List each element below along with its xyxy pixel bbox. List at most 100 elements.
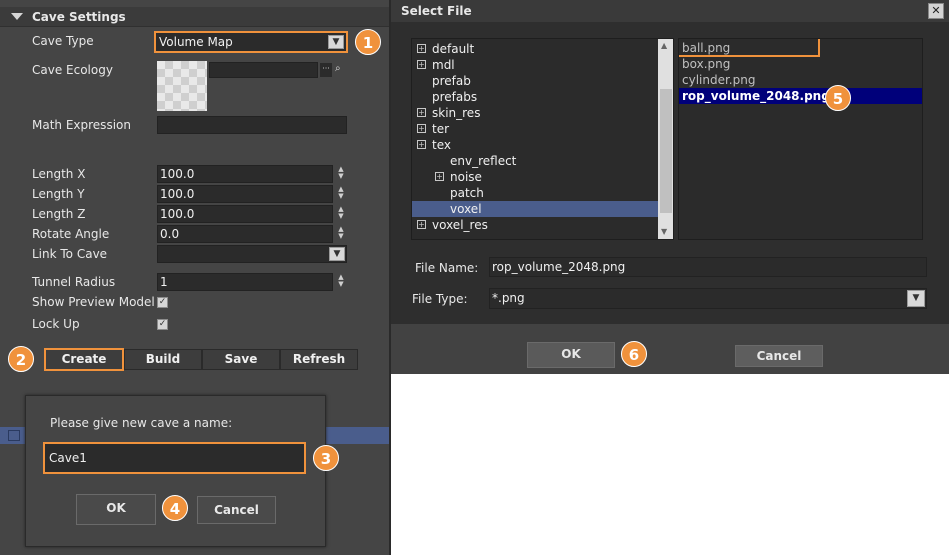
dialog-title: Select File	[401, 4, 472, 18]
dialog-title-bar: Select File ✕	[391, 0, 949, 22]
file-item[interactable]: cylinder.png	[679, 72, 922, 88]
tree-item-label: noise	[450, 170, 482, 184]
tree-item-ter[interactable]: + ter	[412, 121, 658, 137]
tunnel-radius-spinner-icon[interactable]: ▲ ▼	[336, 274, 346, 290]
tree-scrollbar[interactable]: ▲ ▼	[658, 39, 673, 239]
tree-item-label: ter	[432, 122, 450, 136]
expand-plus-icon[interactable]: +	[417, 108, 426, 117]
file-dialog-cancel-button[interactable]: Cancel	[735, 345, 823, 367]
close-icon[interactable]: ✕	[928, 3, 944, 19]
tree-item-label: patch	[450, 186, 484, 200]
tree-leaf-icon	[435, 204, 444, 213]
expand-plus-icon[interactable]: +	[417, 220, 426, 229]
new-cave-name-dialog: Please give new cave a name: Cave1 OK Ca…	[25, 395, 326, 547]
rotate-angle-spinner-icon[interactable]: ▲ ▼	[336, 226, 346, 242]
chevron-down-icon[interactable]: ▼	[907, 290, 925, 307]
tree-item-label: prefab	[432, 74, 471, 88]
file-type-dropdown[interactable]: *.png ▼	[489, 288, 927, 309]
step-badge-3: 3	[313, 445, 339, 471]
cave-settings-panel: Cave Settings Cave Type Volume Map ▼ Cav…	[0, 0, 389, 555]
math-expression-field[interactable]	[157, 116, 347, 134]
length-x-spinner-icon[interactable]: ▲ ▼	[336, 166, 346, 182]
lock-up-checkbox[interactable]: ✓	[157, 319, 168, 330]
length-x-field[interactable]: 100.0	[157, 165, 333, 183]
tree-item-label: voxel	[450, 202, 482, 216]
expand-plus-icon[interactable]: +	[417, 124, 426, 133]
link-to-cave-label: Link To Cave	[32, 247, 108, 261]
tree-item-default[interactable]: + default	[412, 41, 658, 57]
collapse-triangle-icon[interactable]	[11, 13, 23, 20]
file-type-value: *.png	[492, 291, 525, 305]
tree-item-env-reflect[interactable]: env_reflect	[412, 153, 658, 169]
show-preview-label: Show Preview Model	[32, 295, 155, 309]
scroll-thumb[interactable]	[660, 89, 672, 213]
length-y-spinner-icon[interactable]: ▲ ▼	[336, 186, 346, 202]
tree-item-label: mdl	[432, 58, 455, 72]
save-button[interactable]: Save	[202, 349, 280, 370]
cave-settings-header[interactable]: Cave Settings	[0, 7, 389, 27]
file-type-label: File Type:	[412, 292, 468, 306]
tree-item-tex[interactable]: + tex	[412, 137, 658, 153]
ecology-texture-preview[interactable]	[157, 61, 207, 111]
step-badge-5: 5	[825, 85, 851, 111]
show-preview-checkbox[interactable]: ✓	[157, 297, 168, 308]
refresh-button[interactable]: Refresh	[280, 349, 358, 370]
chevron-down-icon[interactable]: ▼	[328, 35, 344, 49]
tree-item-label: skin_res	[432, 106, 481, 120]
step-badge-6: 6	[621, 341, 647, 367]
select-file-dialog: Select File ✕ + default + mdl prefab prefabs +…	[391, 0, 949, 374]
search-icon[interactable]: ⌕	[335, 64, 345, 76]
length-z-label: Length Z	[32, 207, 86, 221]
create-button[interactable]: Create	[44, 348, 124, 371]
tunnel-radius-field[interactable]: 1	[157, 273, 333, 291]
tree-leaf-icon	[435, 156, 444, 165]
length-y-field[interactable]: 100.0	[157, 185, 333, 203]
rotate-angle-field[interactable]: 0.0	[157, 225, 333, 243]
tree-leaf-icon	[417, 92, 426, 101]
cave-ecology-path-field[interactable]	[209, 62, 318, 78]
file-item-selected[interactable]: rop_volume_2048.png	[679, 88, 922, 104]
expand-plus-icon[interactable]: +	[417, 60, 426, 69]
file-item[interactable]: box.png	[679, 56, 922, 72]
tree-leaf-icon	[435, 188, 444, 197]
file-list[interactable]: ball.png box.png cylinder.png rop_volume_20…	[678, 38, 923, 240]
chevron-down-icon[interactable]: ▼	[329, 247, 345, 261]
step-badge-1: 1	[355, 29, 381, 55]
length-z-field[interactable]: 100.0	[157, 205, 333, 223]
cave-type-value: Volume Map	[159, 35, 233, 49]
cave-type-label: Cave Type	[32, 34, 94, 48]
expand-plus-icon[interactable]: +	[417, 140, 426, 149]
browse-button[interactable]: ···	[320, 63, 332, 77]
name-dialog-cancel-button[interactable]: Cancel	[197, 496, 276, 524]
tree-item-skin-res[interactable]: + skin_res	[412, 105, 658, 121]
cave-name-input[interactable]: Cave1	[43, 442, 306, 474]
tree-item-prefab[interactable]: prefab	[412, 73, 658, 89]
tree-item-noise[interactable]: + noise	[412, 169, 658, 185]
build-button[interactable]: Build	[124, 349, 202, 370]
folder-tree[interactable]: + default + mdl prefab prefabs + skin_res + ter + t…	[411, 38, 674, 240]
cave-type-dropdown[interactable]: Volume Map ▼	[154, 31, 348, 53]
expand-plus-icon[interactable]: +	[417, 44, 426, 53]
file-name-label: File Name:	[415, 261, 479, 275]
cave-ecology-label: Cave Ecology	[32, 63, 113, 77]
rotate-angle-label: Rotate Angle	[32, 227, 110, 241]
scroll-up-icon[interactable]: ▲	[661, 41, 667, 50]
step-badge-2: 2	[8, 346, 34, 372]
name-dialog-prompt: Please give new cave a name:	[50, 416, 233, 430]
tree-item-prefabs[interactable]: prefabs	[412, 89, 658, 105]
tree-item-voxel[interactable]: voxel	[412, 201, 658, 217]
file-dialog-ok-button[interactable]: OK	[527, 342, 615, 368]
section-title: Cave Settings	[32, 10, 126, 24]
tree-item-mdl[interactable]: + mdl	[412, 57, 658, 73]
tree-item-label: default	[432, 42, 475, 56]
file-name-field[interactable]: rop_volume_2048.png	[489, 257, 927, 277]
length-z-spinner-icon[interactable]: ▲ ▼	[336, 206, 346, 222]
tree-item-voxel-res[interactable]: + voxel_res	[412, 217, 658, 233]
length-x-label: Length X	[32, 167, 86, 181]
tunnel-radius-label: Tunnel Radius	[32, 275, 116, 289]
tree-item-patch[interactable]: patch	[412, 185, 658, 201]
link-to-cave-dropdown[interactable]: ▼	[157, 245, 347, 263]
scroll-down-icon[interactable]: ▼	[661, 227, 667, 236]
expand-plus-icon[interactable]: +	[435, 172, 444, 181]
name-dialog-ok-button[interactable]: OK	[76, 494, 156, 525]
